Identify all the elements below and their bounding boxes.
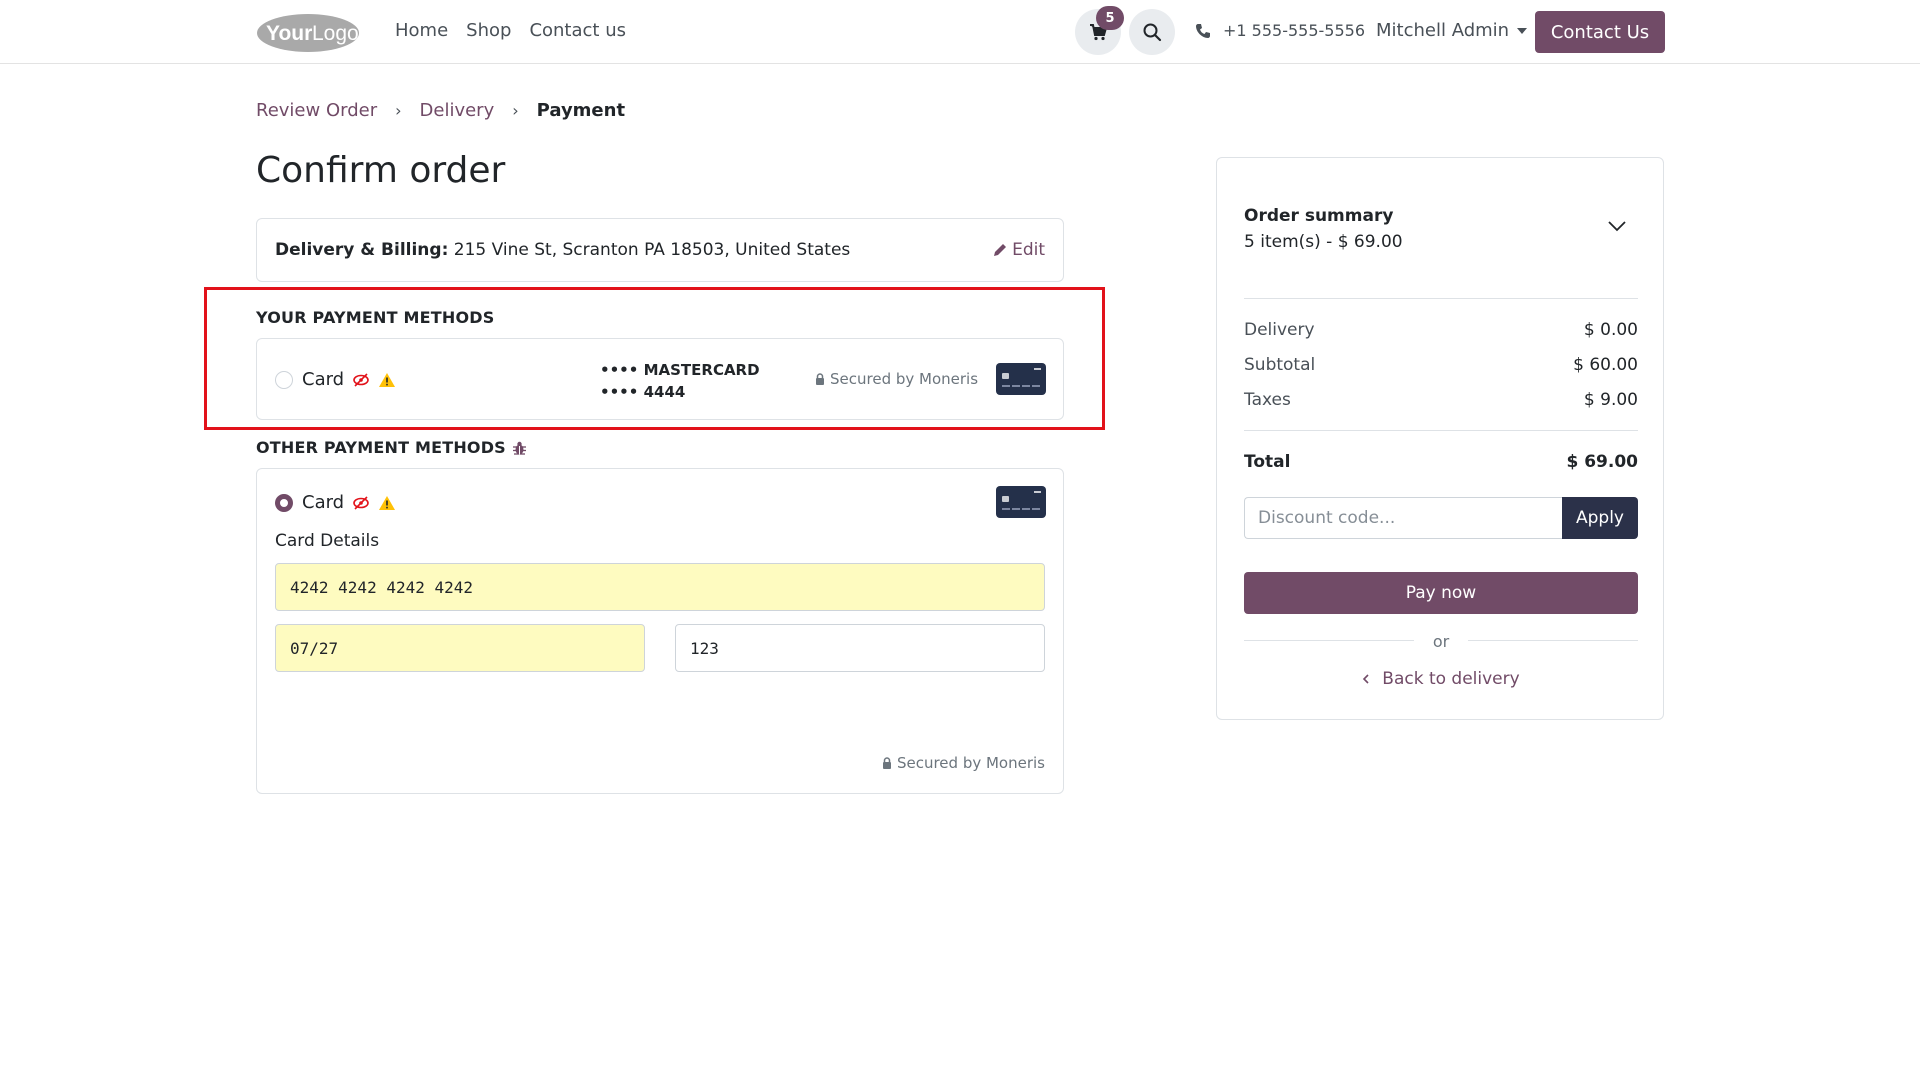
secured-by-label: Secured by Moneris <box>815 370 978 388</box>
breadcrumb-payment: Payment <box>536 100 626 121</box>
cvc-input[interactable]: 123 <box>675 624 1045 672</box>
breadcrumb-delivery[interactable]: Delivery <box>420 100 495 121</box>
subtotal-value: $ 60.00 <box>1573 355 1638 375</box>
phone-number: +1 555-555-5556 <box>1223 21 1366 40</box>
secured-by-label: Secured by Moneris <box>882 754 1045 772</box>
chevron-right-icon: › <box>395 101 402 120</box>
back-to-delivery-link[interactable]: Back to delivery <box>1217 669 1665 689</box>
order-summary-card: Order summary 5 item(s) - $ 69.00 Delive… <box>1216 157 1664 720</box>
site-header: Your Logo Home Shop Contact us 5 +1 555-… <box>0 0 1920 64</box>
total-label: Total <box>1244 452 1291 472</box>
other-card-radio[interactable] <box>275 494 293 512</box>
pencil-icon <box>994 244 1007 256</box>
secured-text: Secured by Moneris <box>830 370 979 388</box>
saved-method-label: Card <box>302 369 345 390</box>
nav-shop[interactable]: Shop <box>466 20 511 41</box>
apply-button[interactable]: Apply <box>1562 497 1638 539</box>
saved-methods-title: YOUR PAYMENT METHODS <box>256 308 495 327</box>
saved-card-token: •••• MASTERCARD •••• 4444 <box>600 359 760 403</box>
order-summary-title: Order summary <box>1244 206 1394 226</box>
summary-row-taxes: Taxes $ 9.00 <box>1244 390 1638 410</box>
cart-count-badge: 5 <box>1096 6 1124 30</box>
warning-icon <box>379 372 396 387</box>
warning-icon <box>379 495 396 510</box>
nav-contact-us[interactable]: Contact us <box>529 20 626 41</box>
breadcrumb: Review Order › Delivery › Payment <box>256 100 625 121</box>
subtotal-label: Subtotal <box>1244 355 1316 375</box>
divider <box>1244 298 1638 299</box>
taxes-label: Taxes <box>1244 390 1291 410</box>
other-method-card: Card Card Details 4242 4242 4242 4242 07… <box>256 468 1064 794</box>
saved-method-label-group: Card <box>302 369 396 390</box>
summary-row-delivery: Delivery $ 0.00 <box>1244 320 1638 340</box>
lock-icon <box>882 757 891 769</box>
breadcrumb-review-order[interactable]: Review Order <box>256 100 377 121</box>
svg-text:Logo: Logo <box>312 22 359 45</box>
edit-address-link[interactable]: Edit <box>993 240 1045 260</box>
chevron-down-icon[interactable] <box>1607 220 1627 232</box>
chevron-right-icon: › <box>512 101 519 120</box>
user-menu[interactable]: Mitchell Admin <box>1376 20 1528 41</box>
token-brand: •••• MASTERCARD <box>600 361 760 379</box>
address-value: 215 Vine St, Scranton PA 18503, United S… <box>453 240 851 260</box>
summary-row-total: Total $ 69.00 <box>1244 452 1638 472</box>
your-logo[interactable]: Your Logo <box>256 12 361 54</box>
phone-icon <box>1196 23 1210 38</box>
expiry-input[interactable]: 07/27 <box>275 624 645 672</box>
contact-us-button[interactable]: Contact Us <box>1535 11 1665 53</box>
edit-label: Edit <box>1012 240 1045 260</box>
summary-row-subtotal: Subtotal $ 60.00 <box>1244 355 1638 375</box>
page-title: Confirm order <box>256 150 506 191</box>
card-number-input[interactable]: 4242 4242 4242 4242 <box>275 563 1045 611</box>
eye-slash-icon <box>353 495 369 510</box>
or-separator: or <box>1432 632 1450 651</box>
address-label: Delivery & Billing: <box>275 240 449 260</box>
lock-icon <box>816 373 824 385</box>
main-nav: Home Shop Contact us <box>395 20 626 41</box>
secured-text: Secured by Moneris <box>896 754 1045 772</box>
other-method-label: Card <box>302 492 345 513</box>
address-card: Delivery & Billing: 215 Vine St, Scranto… <box>256 218 1064 282</box>
back-to-delivery-label: Back to delivery <box>1382 669 1520 689</box>
pay-now-button[interactable]: Pay now <box>1244 572 1638 614</box>
other-method-label-group: Card <box>302 492 396 513</box>
other-methods-title-text: OTHER PAYMENT METHODS <box>256 438 506 457</box>
card-details-label: Card Details <box>275 531 380 551</box>
taxes-value: $ 9.00 <box>1583 390 1638 410</box>
eye-slash-icon <box>353 372 369 387</box>
total-value: $ 69.00 <box>1566 452 1638 472</box>
credit-card-icon <box>996 486 1046 518</box>
address-line: Delivery & Billing: 215 Vine St, Scranto… <box>275 240 850 260</box>
other-methods-title: OTHER PAYMENT METHODS <box>256 438 527 457</box>
search-icon <box>1143 23 1162 42</box>
caret-down-icon <box>1517 27 1528 34</box>
bug-icon <box>512 441 526 455</box>
saved-method-card[interactable]: Card •••• MASTERCARD •••• 4444 Secured b… <box>256 338 1064 420</box>
discount-code-input[interactable]: Discount code... <box>1244 497 1562 539</box>
user-name: Mitchell Admin <box>1376 20 1510 41</box>
credit-card-icon <box>996 363 1046 395</box>
phone-link[interactable]: +1 555-555-5556 <box>1195 21 1365 40</box>
svg-text:Your: Your <box>266 22 312 45</box>
search-button[interactable] <box>1129 9 1175 55</box>
delivery-label: Delivery <box>1244 320 1315 340</box>
divider <box>1468 640 1638 641</box>
divider <box>1244 430 1638 431</box>
order-summary-subtitle: 5 item(s) - $ 69.00 <box>1244 232 1403 252</box>
token-last4: •••• 4444 <box>600 383 686 401</box>
chevron-left-icon <box>1363 674 1369 684</box>
nav-home[interactable]: Home <box>395 20 448 41</box>
delivery-value: $ 0.00 <box>1583 320 1638 340</box>
saved-card-radio[interactable] <box>275 371 293 389</box>
